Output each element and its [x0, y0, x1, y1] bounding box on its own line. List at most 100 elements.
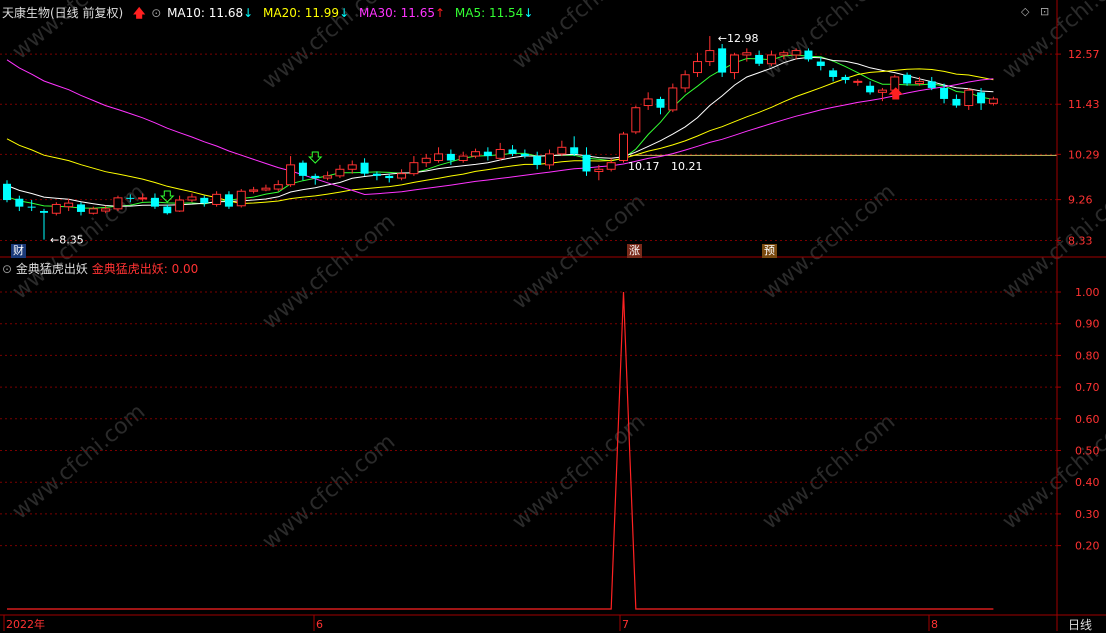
date-tick-label: 2022年 [6, 617, 45, 631]
candle-body-up [619, 133, 628, 161]
candle-body-up [705, 50, 715, 63]
candle-body-down [150, 197, 159, 207]
tag-zhang[interactable]: 涨 [627, 244, 642, 258]
candle-body-down [76, 204, 85, 212]
indicator-tick-label: 0.40 [1075, 476, 1100, 489]
price-tick-label: 8.33 [1068, 234, 1093, 247]
candle-body-up [471, 151, 481, 157]
candle [51, 202, 61, 216]
candle-body-down [372, 173, 381, 176]
candle-body-up [187, 196, 197, 201]
stock-title[interactable]: 天康生物(日线 前复权) [2, 6, 123, 20]
candle-body-up [421, 157, 431, 164]
candle-body-up [495, 148, 505, 159]
candle-body-down [816, 61, 825, 66]
candle-body-up [212, 193, 222, 205]
candle-body-up [729, 54, 739, 74]
candle-body-up [988, 98, 998, 104]
diamond-icon[interactable]: ◇ [1021, 5, 1029, 18]
candle-body-up [791, 50, 801, 56]
candle-body-down [224, 194, 233, 207]
high-price-label: ←12.98 [718, 32, 759, 45]
candle-body-up [606, 162, 616, 170]
candle-body-up [273, 184, 283, 190]
candle-body-up [557, 146, 567, 155]
indicator-tick-label: 0.70 [1075, 381, 1100, 394]
indicator-panel-header: ⊙ 金典猛虎出妖 金典猛虎出妖: 0.00 [2, 260, 198, 277]
candle-body-up [261, 187, 271, 191]
candle-body-up [335, 168, 345, 177]
ma30-label: MA30: 11.65 [358, 6, 435, 20]
candle-body-down [508, 149, 517, 154]
candle-body-down [570, 147, 579, 154]
candle-body-up [323, 175, 333, 179]
candle-body-down [200, 197, 209, 204]
candle-body-up [680, 74, 690, 89]
candle-body-down [952, 98, 961, 106]
candle-body-up [545, 153, 555, 166]
indicator-tick-label: 0.90 [1075, 318, 1100, 331]
settings-circle-icon[interactable]: ⊙ [151, 6, 161, 20]
candle [113, 195, 123, 212]
candle-body-up [668, 87, 678, 111]
candle-body-up [434, 153, 444, 161]
chart-stage: www.cfchi.com www.cfchi.comwww.cfchi.com w… [0, 0, 1106, 631]
candle-body-up [692, 61, 702, 74]
candle-body-down [126, 197, 135, 199]
candle-body-up [286, 164, 296, 186]
window-toggle-icon[interactable]: ⊡ [1040, 5, 1049, 18]
candle [619, 131, 628, 163]
candle-body-up [643, 98, 653, 107]
candle-body-up [175, 199, 185, 212]
candle-body-up [138, 197, 148, 200]
candle-body-up [877, 89, 887, 93]
price-tick-label: 12.57 [1068, 48, 1100, 61]
date-tick-label: 8 [931, 618, 938, 631]
candle-body-up [779, 52, 789, 56]
candle-body-down [940, 87, 949, 99]
candle-body-up [964, 89, 974, 107]
candle-body-down [582, 154, 591, 172]
candle-body-down [483, 151, 492, 157]
candle-body-up [64, 202, 74, 208]
candle-body-down [866, 85, 875, 93]
candle-body-up [594, 168, 604, 172]
ma30-dir-icon: ↑ [435, 6, 446, 20]
candle-body-up [853, 80, 863, 83]
settings-circle-icon[interactable]: ⊙ [2, 262, 12, 276]
candle [631, 105, 641, 135]
candle [668, 83, 678, 113]
candle-body-down [656, 98, 665, 108]
tag-yu[interactable]: 预 [762, 244, 777, 258]
ma5-label: MA5: 11.54 [454, 6, 524, 20]
period-label[interactable]: 日线 [1068, 616, 1092, 633]
candle-body-down [298, 162, 307, 176]
tag-cai[interactable]: 财 [11, 244, 26, 258]
candle-body-up [914, 80, 924, 85]
candle-body-down [3, 183, 11, 201]
candle-body-down [311, 175, 320, 179]
indicator-tick-label: 1.00 [1075, 286, 1100, 299]
candle-body-down [841, 76, 850, 81]
price-tick-label: 11.43 [1068, 98, 1100, 111]
low-price-label: ←8.35 [50, 234, 84, 247]
candle-body-up [631, 107, 641, 133]
candle-body-up [113, 197, 123, 210]
candle-body-up [409, 162, 419, 175]
indicator-tick-label: 0.80 [1075, 349, 1100, 362]
price-tick-label: 10.29 [1068, 148, 1100, 161]
candle-body-down [718, 48, 727, 73]
candle-body-up [51, 203, 61, 214]
indicator-tick-label: 0.30 [1075, 508, 1100, 521]
candle-body-up [742, 52, 752, 56]
ma10-label: MA10: 11.68 [167, 6, 244, 20]
candle-body-down [533, 156, 542, 165]
indicator-value: 金典猛虎出妖: 0.00 [91, 262, 199, 276]
indicator-title[interactable]: 金典猛虎出妖 [16, 262, 88, 276]
indicator-tick-label: 0.20 [1075, 540, 1100, 553]
ma20-label: MA20: 11.99 [263, 6, 340, 20]
candle-body-down [360, 162, 369, 174]
candle-body-up [890, 76, 900, 91]
candle-body-down [15, 198, 24, 207]
indicator-tick-label: 0.60 [1075, 413, 1100, 426]
